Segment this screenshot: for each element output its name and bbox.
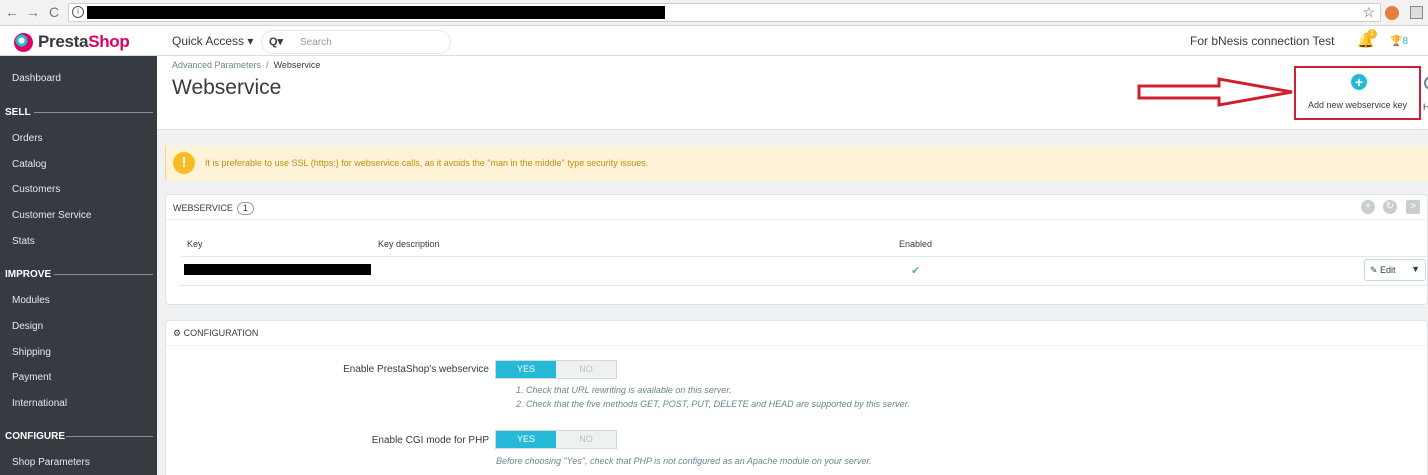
sidebar-item-dashboard[interactable]: Dashboard bbox=[12, 73, 61, 84]
divider bbox=[66, 436, 153, 437]
breadcrumb-parent[interactable]: Advanced Parameters bbox=[172, 60, 261, 70]
switch-no[interactable]: NO bbox=[556, 361, 616, 378]
divider bbox=[34, 112, 153, 113]
search-placeholder: Search bbox=[300, 37, 332, 48]
breadcrumb: Advanced Parameters / Webservice bbox=[172, 60, 320, 70]
configuration-panel: ⚙ CONFIGURATION Enable PrestaShop's webs… bbox=[165, 320, 1428, 475]
switch-no[interactable]: NO bbox=[556, 431, 616, 448]
sidebar-item-international[interactable]: International bbox=[12, 398, 67, 409]
alert-text: It is preferable to use SSL (https:) for… bbox=[205, 158, 649, 168]
help-text: 1. Check that URL rewriting is available… bbox=[516, 385, 732, 395]
panel-title: ⚙ CONFIGURATION bbox=[173, 328, 259, 338]
trophy-count: 8 bbox=[1402, 36, 1409, 47]
trophy-icon[interactable]: 🏆8 bbox=[1390, 36, 1408, 47]
switch-yes[interactable]: YES bbox=[496, 431, 556, 448]
row-divider bbox=[180, 256, 1427, 257]
enable-webservice-switch[interactable]: YES NO bbox=[495, 360, 617, 379]
info-icon[interactable]: i bbox=[72, 6, 84, 18]
prestashop-logo[interactable]: PrestaShop bbox=[14, 32, 130, 52]
sidebar-item-orders[interactable]: Orders bbox=[12, 133, 43, 144]
sidebar: Dashboard SELL Orders Catalog Customers … bbox=[0, 56, 157, 475]
help-text: 2. Check that the five methods GET, POST… bbox=[516, 399, 910, 409]
edit-button[interactable]: ✎ Edit ▼ bbox=[1364, 259, 1426, 281]
search-input[interactable]: Q▾ Search bbox=[261, 30, 451, 54]
sidebar-item-stats[interactable]: Stats bbox=[12, 236, 35, 247]
add-icon[interactable]: + bbox=[1361, 200, 1375, 214]
annotation-arrow-icon bbox=[1137, 77, 1293, 107]
reload-icon[interactable]: C bbox=[46, 4, 62, 20]
sql-query-icon[interactable]: > bbox=[1406, 200, 1420, 214]
extension-icon[interactable] bbox=[1410, 6, 1423, 19]
notification-badge: 1 bbox=[1367, 29, 1377, 39]
sidebar-section-sell: SELL bbox=[5, 107, 31, 118]
admin-header: PrestaShop Quick Access ▾ Q▾ Search For … bbox=[0, 27, 1428, 56]
column-enabled: Enabled bbox=[899, 239, 933, 249]
switch-yes[interactable]: YES bbox=[496, 361, 556, 378]
star-icon[interactable]: ☆ bbox=[1362, 4, 1375, 21]
row-divider bbox=[180, 285, 1427, 286]
count-badge: 1 bbox=[236, 202, 254, 215]
sidebar-item-payment[interactable]: Payment bbox=[12, 372, 51, 383]
add-webservice-key-button[interactable]: + Add new webservice key bbox=[1294, 66, 1421, 120]
divider bbox=[54, 274, 153, 275]
redacted-url bbox=[87, 6, 665, 19]
sidebar-section-configure: CONFIGURE bbox=[5, 431, 65, 442]
edit-label: ✎ Edit bbox=[1370, 265, 1396, 275]
add-key-label: Add new webservice key bbox=[1307, 100, 1408, 110]
panel-heading: ⚙ CONFIGURATION bbox=[166, 321, 1427, 346]
redacted-key bbox=[184, 264, 371, 275]
column-key: Key bbox=[187, 239, 203, 249]
breadcrumb-current: Webservice bbox=[273, 60, 321, 70]
panel-title: WEBSERVICE 1 bbox=[173, 202, 254, 215]
chevron-down-icon[interactable]: ▼ bbox=[1411, 264, 1420, 274]
ssl-warning-alert: ! It is preferable to use SSL (https:) f… bbox=[165, 146, 1428, 181]
browser-toolbar: ← → C i ☆ bbox=[0, 0, 1428, 26]
sidebar-item-catalog[interactable]: Catalog bbox=[12, 159, 46, 170]
forward-icon[interactable]: → bbox=[25, 4, 41, 20]
webservice-panel: WEBSERVICE 1 + ↻ > Key Key description En… bbox=[165, 194, 1428, 305]
prestashop-logo-icon bbox=[14, 32, 33, 52]
plus-circle-icon: + bbox=[1351, 74, 1367, 90]
shop-name-link[interactable]: For bNesis connection Test bbox=[1190, 34, 1335, 48]
sidebar-item-customer-service[interactable]: Customer Service bbox=[12, 210, 91, 221]
search-icon[interactable]: Q▾ bbox=[269, 35, 283, 48]
panel-heading: WEBSERVICE 1 + ↻ > bbox=[166, 195, 1427, 220]
extension-icon[interactable] bbox=[1385, 6, 1399, 20]
sidebar-item-customers[interactable]: Customers bbox=[12, 184, 60, 195]
warning-icon: ! bbox=[173, 152, 195, 174]
sidebar-section-improve: IMPROVE bbox=[5, 269, 52, 280]
enable-cgi-label: Enable CGI mode for PHP bbox=[371, 435, 489, 446]
column-key-description: Key description bbox=[378, 239, 440, 249]
sidebar-item-shipping[interactable]: Shipping bbox=[12, 347, 51, 358]
help-icon[interactable] bbox=[1424, 76, 1428, 90]
help-text: Before choosing "Yes", check that PHP is… bbox=[496, 456, 872, 466]
breadcrumb-separator: / bbox=[266, 60, 269, 70]
enable-webservice-label: Enable PrestaShop's webservice bbox=[343, 364, 489, 375]
address-bar[interactable]: i ☆ bbox=[68, 3, 1381, 22]
logo-text: PrestaShop bbox=[38, 32, 130, 51]
help-label: H bbox=[1423, 102, 1428, 112]
quick-access-menu[interactable]: Quick Access ▾ bbox=[172, 34, 253, 48]
sidebar-item-shop-parameters[interactable]: Shop Parameters bbox=[12, 457, 90, 468]
refresh-icon[interactable]: ↻ bbox=[1383, 200, 1397, 214]
gears-icon: ⚙ bbox=[173, 328, 182, 338]
page-title: Webservice bbox=[172, 76, 282, 99]
back-icon[interactable]: ← bbox=[4, 4, 20, 20]
sidebar-item-design[interactable]: Design bbox=[12, 321, 43, 332]
check-icon[interactable]: ✔ bbox=[911, 264, 920, 277]
enable-cgi-switch[interactable]: YES NO bbox=[495, 430, 617, 449]
sidebar-item-modules[interactable]: Modules bbox=[12, 295, 50, 306]
